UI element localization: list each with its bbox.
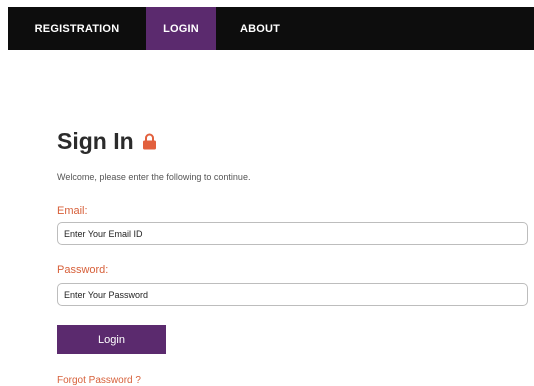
top-navbar: REGISTRATION LOGIN ABOUT [8,7,534,50]
email-label: Email: [57,205,88,217]
nav-item-login[interactable]: LOGIN [146,7,216,50]
nav-item-registration[interactable]: REGISTRATION [8,7,146,50]
password-field[interactable] [57,283,528,306]
login-button[interactable]: Login [57,325,166,354]
nav-item-about[interactable]: ABOUT [216,7,304,50]
page-title: Sign In [57,128,157,155]
forgot-password-link[interactable]: Forgot Password ? [57,375,141,386]
lock-icon [142,133,157,150]
email-field[interactable] [57,222,528,245]
page-title-text: Sign In [57,128,134,154]
welcome-text: Welcome, please enter the following to c… [57,172,251,182]
password-label: Password: [57,264,109,276]
